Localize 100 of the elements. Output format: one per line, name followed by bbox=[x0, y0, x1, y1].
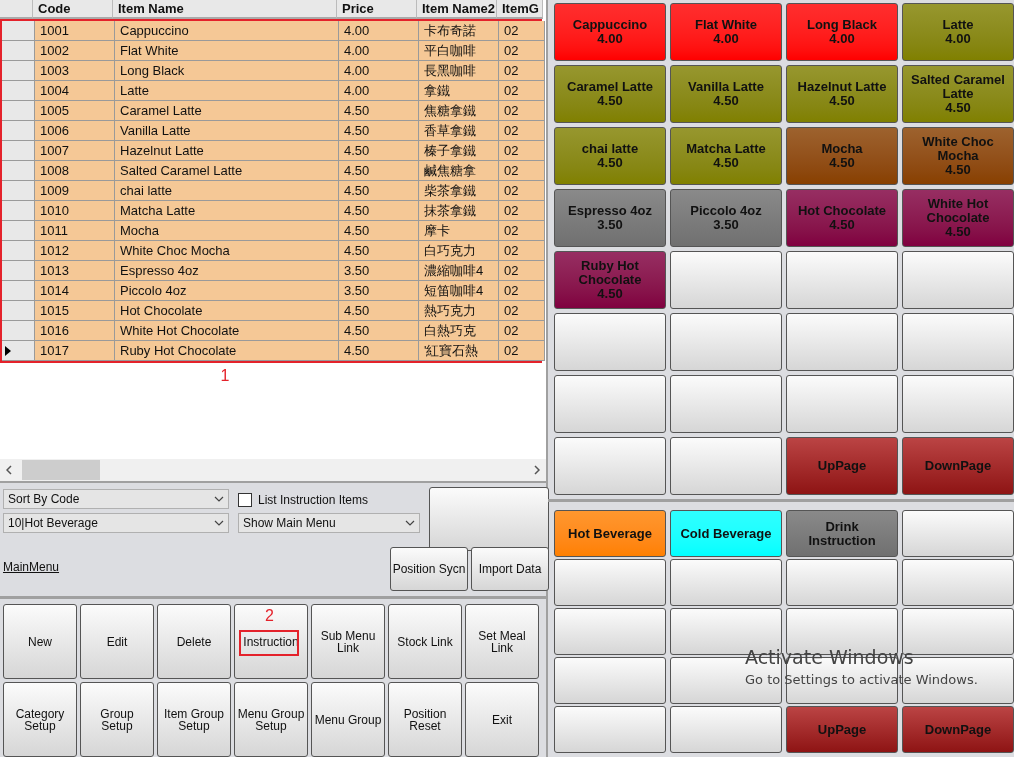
empty-slot-button[interactable] bbox=[554, 313, 666, 371]
action-button[interactable]: Edit bbox=[80, 604, 154, 679]
empty-slot-button[interactable] bbox=[554, 706, 666, 753]
dropdown[interactable]: 10|Hot Beverage bbox=[3, 513, 229, 533]
action-button[interactable]: New bbox=[3, 604, 77, 679]
action-button[interactable]: Position Reset bbox=[388, 682, 462, 757]
category-button[interactable]: Drink Instruction bbox=[786, 510, 898, 557]
empty-slot-button[interactable] bbox=[902, 510, 1014, 557]
action-button[interactable]: Set Meal Link bbox=[465, 604, 539, 679]
main-menu-link[interactable]: MainMenu bbox=[3, 560, 229, 574]
menu-item-button[interactable]: Caramel Latte 4.50 bbox=[554, 65, 666, 123]
table-cell: 1012 bbox=[35, 241, 115, 261]
table-cell: 柴茶拿鐵 bbox=[419, 181, 499, 201]
table-cell: Salted Caramel Latte bbox=[115, 161, 339, 181]
row-header[interactable] bbox=[2, 341, 35, 361]
annotation-label: 2 bbox=[265, 608, 274, 624]
empty-slot-button[interactable] bbox=[902, 313, 1014, 371]
table-cell: Ruby Hot Chocolate bbox=[115, 341, 339, 361]
column-header[interactable]: Item Name2 bbox=[417, 0, 497, 19]
empty-slot-button[interactable] bbox=[554, 559, 666, 606]
column-header[interactable]: Code bbox=[33, 0, 113, 19]
empty-slot-button[interactable] bbox=[554, 437, 666, 495]
blank-button[interactable] bbox=[429, 487, 549, 551]
menu-item-button[interactable]: Piccolo 4oz 3.50 bbox=[670, 189, 782, 247]
empty-slot-button[interactable] bbox=[670, 375, 782, 433]
scroll-left-icon[interactable] bbox=[6, 465, 12, 475]
table-cell: 02 bbox=[499, 261, 545, 281]
dropdown[interactable]: Sort By Code bbox=[3, 489, 229, 509]
menu-item-button[interactable]: Salted Caramel Latte 4.50 bbox=[902, 65, 1014, 123]
table-cell: Long Black bbox=[115, 61, 339, 81]
menu-item-button[interactable]: Matcha Latte 4.50 bbox=[670, 127, 782, 185]
panel-button[interactable]: Import Data bbox=[471, 547, 549, 591]
table-cell: 香草拿鐵 bbox=[419, 121, 499, 141]
empty-slot-button[interactable] bbox=[554, 375, 666, 433]
panel-button[interactable]: Position Sycn bbox=[390, 547, 468, 591]
action-button[interactable]: Category Setup bbox=[3, 682, 77, 757]
empty-slot-button[interactable] bbox=[902, 559, 1014, 606]
action-button[interactable]: Group Setup bbox=[80, 682, 154, 757]
empty-slot-button[interactable] bbox=[902, 375, 1014, 433]
empty-slot-button[interactable] bbox=[554, 657, 666, 704]
table-cell: 4.50 bbox=[339, 221, 419, 241]
table-cell: 白熱巧克 bbox=[419, 321, 499, 341]
action-button[interactable]: Sub Menu Link bbox=[311, 604, 385, 679]
column-header[interactable]: Price bbox=[337, 0, 417, 19]
table-cell: 3.50 bbox=[339, 281, 419, 301]
action-button[interactable]: Exit bbox=[465, 682, 539, 757]
category-button[interactable]: Hot Beverage bbox=[554, 510, 666, 557]
table-cell: Hot Chocolate bbox=[115, 301, 339, 321]
checkbox-label[interactable]: List Instruction Items bbox=[258, 493, 369, 507]
empty-slot-button[interactable] bbox=[670, 559, 782, 606]
table-cell: Hazelnut Latte bbox=[115, 141, 339, 161]
table-cell: '紅寶石熱 bbox=[419, 341, 499, 361]
table-cell: 02 bbox=[499, 221, 545, 241]
empty-slot-button[interactable] bbox=[670, 437, 782, 495]
column-header[interactable]: Item Name bbox=[113, 0, 337, 19]
table-cell: 02 bbox=[499, 101, 545, 121]
column-header[interactable]: ItemG bbox=[497, 0, 543, 19]
action-button[interactable]: Stock Link bbox=[388, 604, 462, 679]
empty-slot-button[interactable] bbox=[786, 313, 898, 371]
menu-item-button[interactable]: Long Black 4.00 bbox=[786, 3, 898, 61]
table-cell: 4.00 bbox=[339, 21, 419, 41]
menu-item-button[interactable]: Cappuccino 4.00 bbox=[554, 3, 666, 61]
table-cell: 02 bbox=[499, 241, 545, 261]
table-cell: 4.00 bbox=[339, 41, 419, 61]
empty-slot-button[interactable] bbox=[554, 608, 666, 655]
scroll-right-icon[interactable] bbox=[534, 465, 540, 475]
table-cell: 4.50 bbox=[339, 161, 419, 181]
table-cell: 1011 bbox=[35, 221, 115, 241]
category-button[interactable]: Cold Beverage bbox=[670, 510, 782, 557]
menu-item-button[interactable]: Espresso 4oz 3.50 bbox=[554, 189, 666, 247]
table-cell: 4.50 bbox=[339, 201, 419, 221]
empty-slot-button[interactable] bbox=[786, 559, 898, 606]
table-cell: 摩卡 bbox=[419, 221, 499, 241]
action-button[interactable]: Menu Group bbox=[311, 682, 385, 757]
empty-slot-button[interactable] bbox=[670, 251, 782, 309]
action-button[interactable]: Menu Group Setup bbox=[234, 682, 308, 757]
action-button[interactable]: Delete bbox=[157, 604, 231, 679]
menu-item-button[interactable]: Latte 4.00 bbox=[902, 3, 1014, 61]
dropdown[interactable]: Show Main Menu bbox=[238, 513, 420, 533]
menu-item-button[interactable]: chai latte 4.50 bbox=[554, 127, 666, 185]
empty-slot-button[interactable] bbox=[902, 251, 1014, 309]
menu-item-button[interactable]: Flat White 4.00 bbox=[670, 3, 782, 61]
checkbox[interactable] bbox=[238, 493, 252, 507]
table-cell: White Choc Mocha bbox=[115, 241, 339, 261]
current-row-icon bbox=[5, 345, 11, 356]
empty-slot-button[interactable] bbox=[670, 313, 782, 371]
menu-item-button[interactable]: Hazelnut Latte 4.50 bbox=[786, 65, 898, 123]
annotation-label: 1 bbox=[219, 367, 231, 385]
empty-slot-button[interactable] bbox=[670, 706, 782, 753]
action-button[interactable]: Item Group Setup bbox=[157, 682, 231, 757]
header-corner-cell[interactable] bbox=[0, 0, 33, 19]
table-cell: 02 bbox=[499, 81, 545, 101]
table-cell: 1003 bbox=[35, 61, 115, 81]
table-cell: 02 bbox=[499, 161, 545, 181]
empty-slot-button[interactable] bbox=[786, 251, 898, 309]
table-cell: 4.00 bbox=[339, 81, 419, 101]
table-cell: 4.50 bbox=[339, 121, 419, 141]
empty-slot-button[interactable] bbox=[786, 375, 898, 433]
menu-item-button[interactable]: Vanilla Latte 4.50 bbox=[670, 65, 782, 123]
scrollbar-thumb[interactable] bbox=[22, 460, 100, 480]
